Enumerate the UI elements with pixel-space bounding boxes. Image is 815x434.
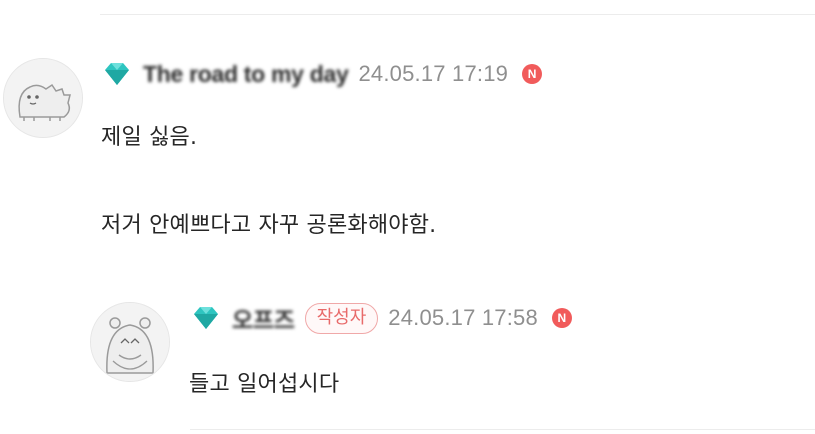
dinosaur-avatar-icon	[4, 59, 82, 137]
author-badge: 작성자	[304, 302, 379, 334]
bottom-divider	[190, 429, 815, 430]
comment-line-1: 제일 싫음.	[101, 125, 198, 150]
reply-nickname[interactable]: 오프즈	[232, 301, 295, 335]
comment-avatar[interactable]	[3, 58, 83, 138]
new-badge: N	[522, 64, 543, 84]
reply-timestamp: 24.05.17 17:58	[388, 305, 538, 330]
reply-line-1: 들고 일어섭시다	[189, 372, 340, 397]
reply-meta: 오프즈 작성자 24.05.17 17:58 N	[190, 302, 572, 334]
comment-nickname[interactable]: The road to my day	[143, 61, 349, 88]
reply-avatar[interactable]	[90, 302, 170, 382]
gem-icon	[194, 307, 218, 329]
new-badge: N	[551, 308, 572, 328]
comment-thread: The road to my day 24.05.17 17:19 N 제일 싫…	[0, 0, 815, 434]
comment-timestamp: 24.05.17 17:19	[358, 61, 509, 86]
comment-line-2: 저거 안예쁘다고 자꾸 공론화해야함.	[101, 213, 437, 238]
gem-icon	[105, 63, 129, 85]
top-divider	[100, 14, 815, 15]
comment-meta: The road to my day 24.05.17 17:19 N	[101, 60, 543, 88]
hippo-avatar-icon	[91, 303, 169, 381]
